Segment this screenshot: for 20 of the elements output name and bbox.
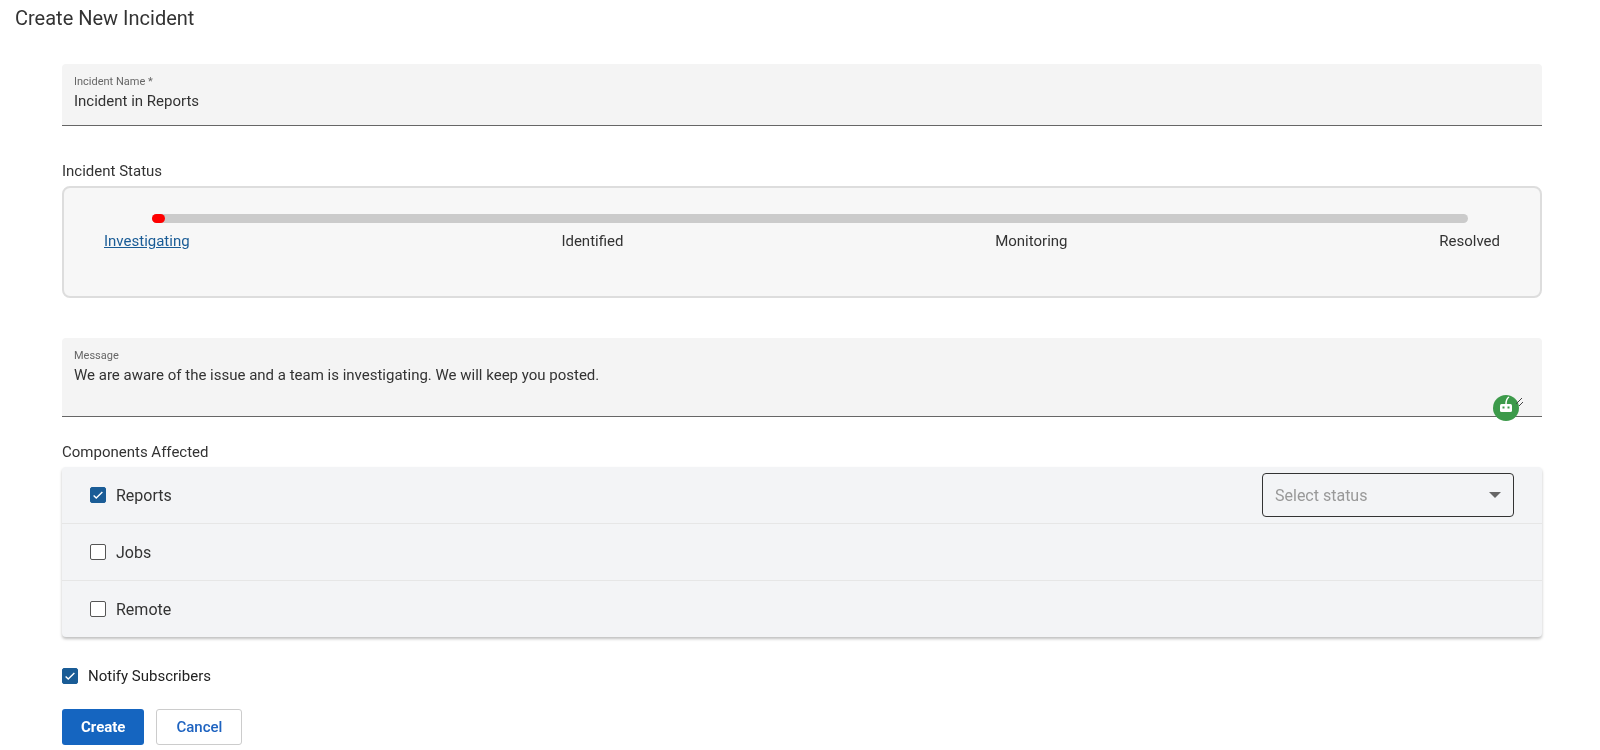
caret-icon (1489, 492, 1501, 498)
checkbox-label: Notify Subscribers (88, 667, 211, 685)
robot-icon[interactable] (1492, 394, 1524, 422)
section-label: Incident Status (62, 162, 164, 180)
checkbox[interactable] (90, 487, 106, 503)
component-label: Jobs (116, 542, 152, 562)
checkbox[interactable] (62, 668, 78, 684)
cancel-button[interactable]: Cancel (156, 709, 243, 745)
section-label: Components Affected (62, 443, 210, 461)
checkbox[interactable] (90, 601, 106, 617)
status-step[interactable]: Monitoring (995, 232, 1068, 250)
page-title: Create New Incident (14, 5, 196, 30)
status-step[interactable]: Resolved (1439, 232, 1500, 250)
checkbox[interactable] (90, 544, 106, 560)
status-step[interactable]: Identified (561, 232, 624, 250)
status-step[interactable]: Investigating (104, 232, 190, 250)
component-label: Reports (116, 485, 172, 505)
create-button[interactable]: Create (62, 709, 145, 745)
component-label: Remote (116, 599, 172, 619)
incident-name-field[interactable]: Incident Name * Incident in Reports (62, 64, 1542, 126)
